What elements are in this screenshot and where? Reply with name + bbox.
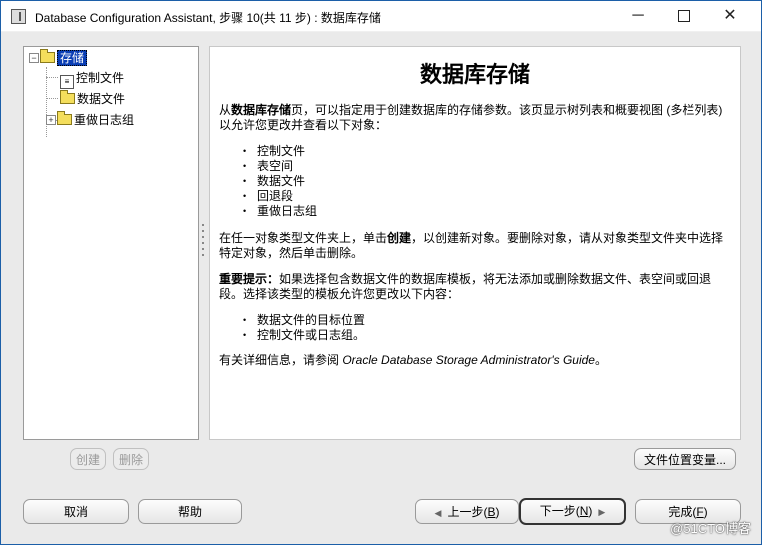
guide-title: Oracle Database Storage Administrator's … [342,353,595,367]
p3-rest: 如果选择包含数据文件的数据库模板，将无法添加或删除数据文件、表空间或回退段。选择… [219,272,712,301]
tree-node-storage[interactable]: − 存储 [29,49,88,67]
chevron-right-icon: ▶ [598,507,606,517]
list-item: 数据文件的目标位置 [243,313,365,328]
p4-prefix: 有关详细信息，请参阅 [219,353,343,367]
collapse-icon[interactable]: − [29,53,39,63]
expand-icon[interactable]: + [46,115,56,125]
panel-splitter[interactable] [202,222,205,282]
dbca-window: Database Configuration Assistant, 步骤 10(… [0,0,762,545]
tree-connector [46,98,58,99]
info-panel: 数据库存储 从数据库存储页，可以指定用于创建数据库的存储参数。该页显示树列表和概… [209,46,741,440]
back-button[interactable]: ◀ 上一步(B) [415,499,519,524]
list-item: 重做日志组 [243,204,317,219]
app-icon [11,9,26,24]
window-title: Database Configuration Assistant, 步骤 10(… [35,11,381,25]
close-icon: ✕ [723,7,737,24]
p4-suffix: 。 [594,353,607,367]
maximize-button[interactable] [661,1,707,31]
important-note-paragraph: 重要提示：如果选择包含数据文件的数据库模板，将无法添加或删除数据文件、表空间或回… [219,272,731,302]
help-button[interactable]: 帮助 [138,499,242,524]
tree-node-label: 重做日志组 [74,113,135,127]
file-location-variables-button[interactable]: 文件位置变量... [634,448,736,470]
next-label: 下一步 [539,504,576,518]
next-mnemonic: N [579,504,589,518]
intro-prefix: 从 [219,103,232,117]
list-item: 表空间 [243,159,317,174]
objects-list: 控制文件 表空间 数据文件 回退段 重做日志组 [243,144,317,219]
maximize-icon [678,9,690,22]
list-item: 控制文件 [243,144,317,159]
list-item: 回退段 [243,189,317,204]
create-delete-paragraph: 在任一对象类型文件夹上，单击创建，以创建新对象。要删除对象，请从对象类型文件夹中… [219,231,731,261]
close-button[interactable]: ✕ [707,1,753,31]
folder-icon [60,90,75,104]
delete-button[interactable]: 删除 [113,448,149,470]
intro-bold: 数据库存储 [231,103,292,117]
intro-paragraph: 从数据库存储页，可以指定用于创建数据库的存储参数。该页显示树列表和概要视图 (多… [219,103,731,133]
more-info-paragraph: 有关详细信息，请参阅 Oracle Database Storage Admin… [219,353,731,368]
back-label: 上一步 [447,505,484,519]
tree-node-label: 存储 [57,50,88,66]
tree-node-redo-log-groups[interactable]: + 重做日志组 [46,111,134,129]
list-item: 控制文件或日志组。 [243,328,365,343]
storage-tree[interactable]: − 存储 ≡ 控制文件 数据文件 + 重做日志组 [23,46,199,440]
tree-connector [46,77,58,78]
intro-rest: 页，可以指定用于创建数据库的存储参数。该页显示树列表和概要视图 (多栏列表) 以… [219,103,723,132]
folder-icon [57,111,72,125]
tree-node-control-files[interactable]: ≡ 控制文件 [60,69,125,89]
tree-node-label: 控制文件 [76,71,125,85]
next-button[interactable]: 下一步(N) ▶ [519,498,626,525]
changeable-list: 数据文件的目标位置 控制文件或日志组。 [243,313,365,343]
p2-bold: 创建 [387,231,412,245]
list-item: 数据文件 [243,174,317,189]
create-button[interactable]: 创建 [70,448,106,470]
p3-bold: 重要提示： [219,272,280,286]
page-heading: 数据库存储 [419,62,530,87]
tree-node-label: 数据文件 [77,92,126,106]
watermark: @51CTO博客 [670,521,751,536]
tree-node-data-files[interactable]: 数据文件 [60,90,125,108]
dialog-content: − 存储 ≡ 控制文件 数据文件 + 重做日志组 数据库存储 从数据库存储页，可以指定… [1,32,761,544]
title-bar: Database Configuration Assistant, 步骤 10(… [1,1,761,31]
p2-prefix: 在任一对象类型文件夹上，单击 [219,231,388,245]
finish-label: 完成 [668,505,693,519]
chevron-left-icon: ◀ [434,508,442,518]
cancel-button[interactable]: 取消 [23,499,129,524]
back-mnemonic: B [487,505,496,519]
minimize-button[interactable]: ─ [615,1,661,31]
finish-mnemonic: F [696,505,704,519]
minimize-icon: ─ [632,7,644,24]
folder-open-icon [40,49,55,63]
control-file-icon: ≡ [60,75,74,89]
